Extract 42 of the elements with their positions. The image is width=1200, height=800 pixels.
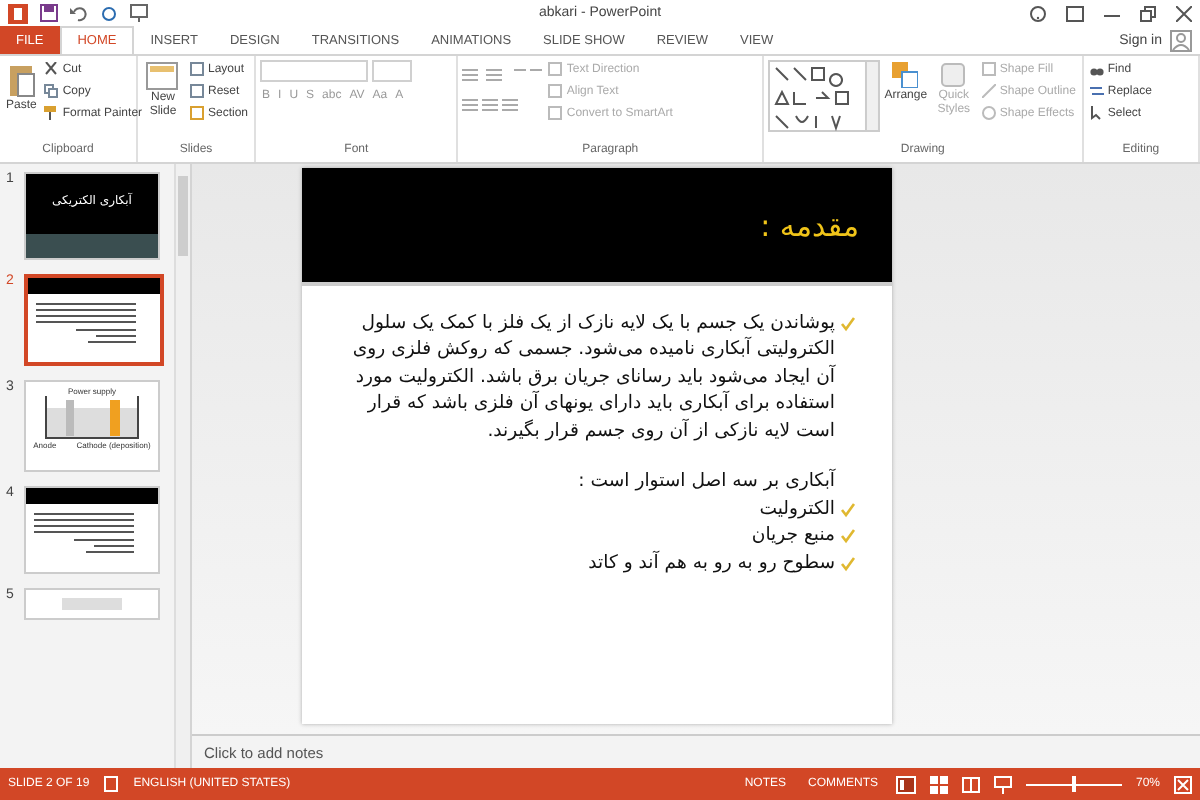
new-slide-icon (146, 62, 179, 90)
save-icon[interactable] (40, 4, 58, 22)
slide-text: آبکاری بر سه اصل استوار است : (578, 468, 835, 496)
user-avatar-icon[interactable] (1170, 29, 1192, 51)
slide-thumbnail[interactable] (24, 274, 164, 366)
quick-styles-icon (940, 62, 967, 88)
electrolysis-cell-drawing (42, 396, 142, 440)
scrollbar[interactable] (174, 164, 190, 768)
font-name-field[interactable] (260, 60, 368, 82)
slide-title: مقدمه : (760, 207, 859, 243)
cursor-icon (1089, 106, 1104, 120)
checkmark-bullet-icon (839, 501, 855, 518)
fit-to-window-icon[interactable] (1174, 775, 1192, 793)
slide-text: سطوح رو به رو به هم آند و کاتد (588, 549, 835, 577)
undo-icon[interactable] (70, 4, 88, 22)
slide-thumbnail[interactable] (24, 486, 160, 574)
paintbrush-icon (44, 106, 59, 120)
slide-text: منبع جریان (751, 522, 835, 550)
arrange-icon (892, 62, 919, 88)
zoom-slider[interactable] (1025, 776, 1122, 792)
slide-text: پوشاندن یک جسم با یک لایه نازک از یک فلز با کمک یک سلول الکترولیتی آبکاری نامیده می‌شود. جسمی که روکش فلزی روی آن ایجاد می‌شود باید رسانای جریان برق باشد. الکترولیت مورد استفاده برای آبکاری باید دارای یونهای آن فلزی باشد که قرار است لایه نازکی از آن روی جسم قرار بگیرند. (350, 310, 835, 445)
slide-text: الکترولیت (759, 495, 835, 523)
normal-view-icon[interactable] (895, 775, 916, 793)
checkmark-bullet-icon (839, 316, 855, 332)
pencil-icon (981, 84, 996, 98)
close-icon[interactable] (1176, 5, 1193, 21)
scissors-icon (44, 62, 59, 76)
slideshow-icon[interactable] (993, 775, 1012, 793)
bullets-icon[interactable] (462, 68, 543, 82)
copy-icon (44, 84, 59, 98)
grid-view-icon[interactable] (929, 775, 948, 793)
clipboard-icon (7, 62, 36, 98)
slide-thumbnail[interactable] (24, 588, 160, 620)
slideshow-icon[interactable] (130, 4, 148, 22)
font-size-field[interactable] (372, 60, 412, 82)
checkmark-bullet-icon (839, 555, 855, 572)
checkmark-bullet-icon (839, 528, 855, 545)
powerpoint-logo-icon[interactable] (8, 3, 28, 23)
shapes-gallery[interactable] (767, 60, 880, 132)
reading-view-icon[interactable] (961, 775, 980, 793)
binoculars-icon (1089, 62, 1104, 76)
restore-icon[interactable] (1140, 5, 1157, 21)
